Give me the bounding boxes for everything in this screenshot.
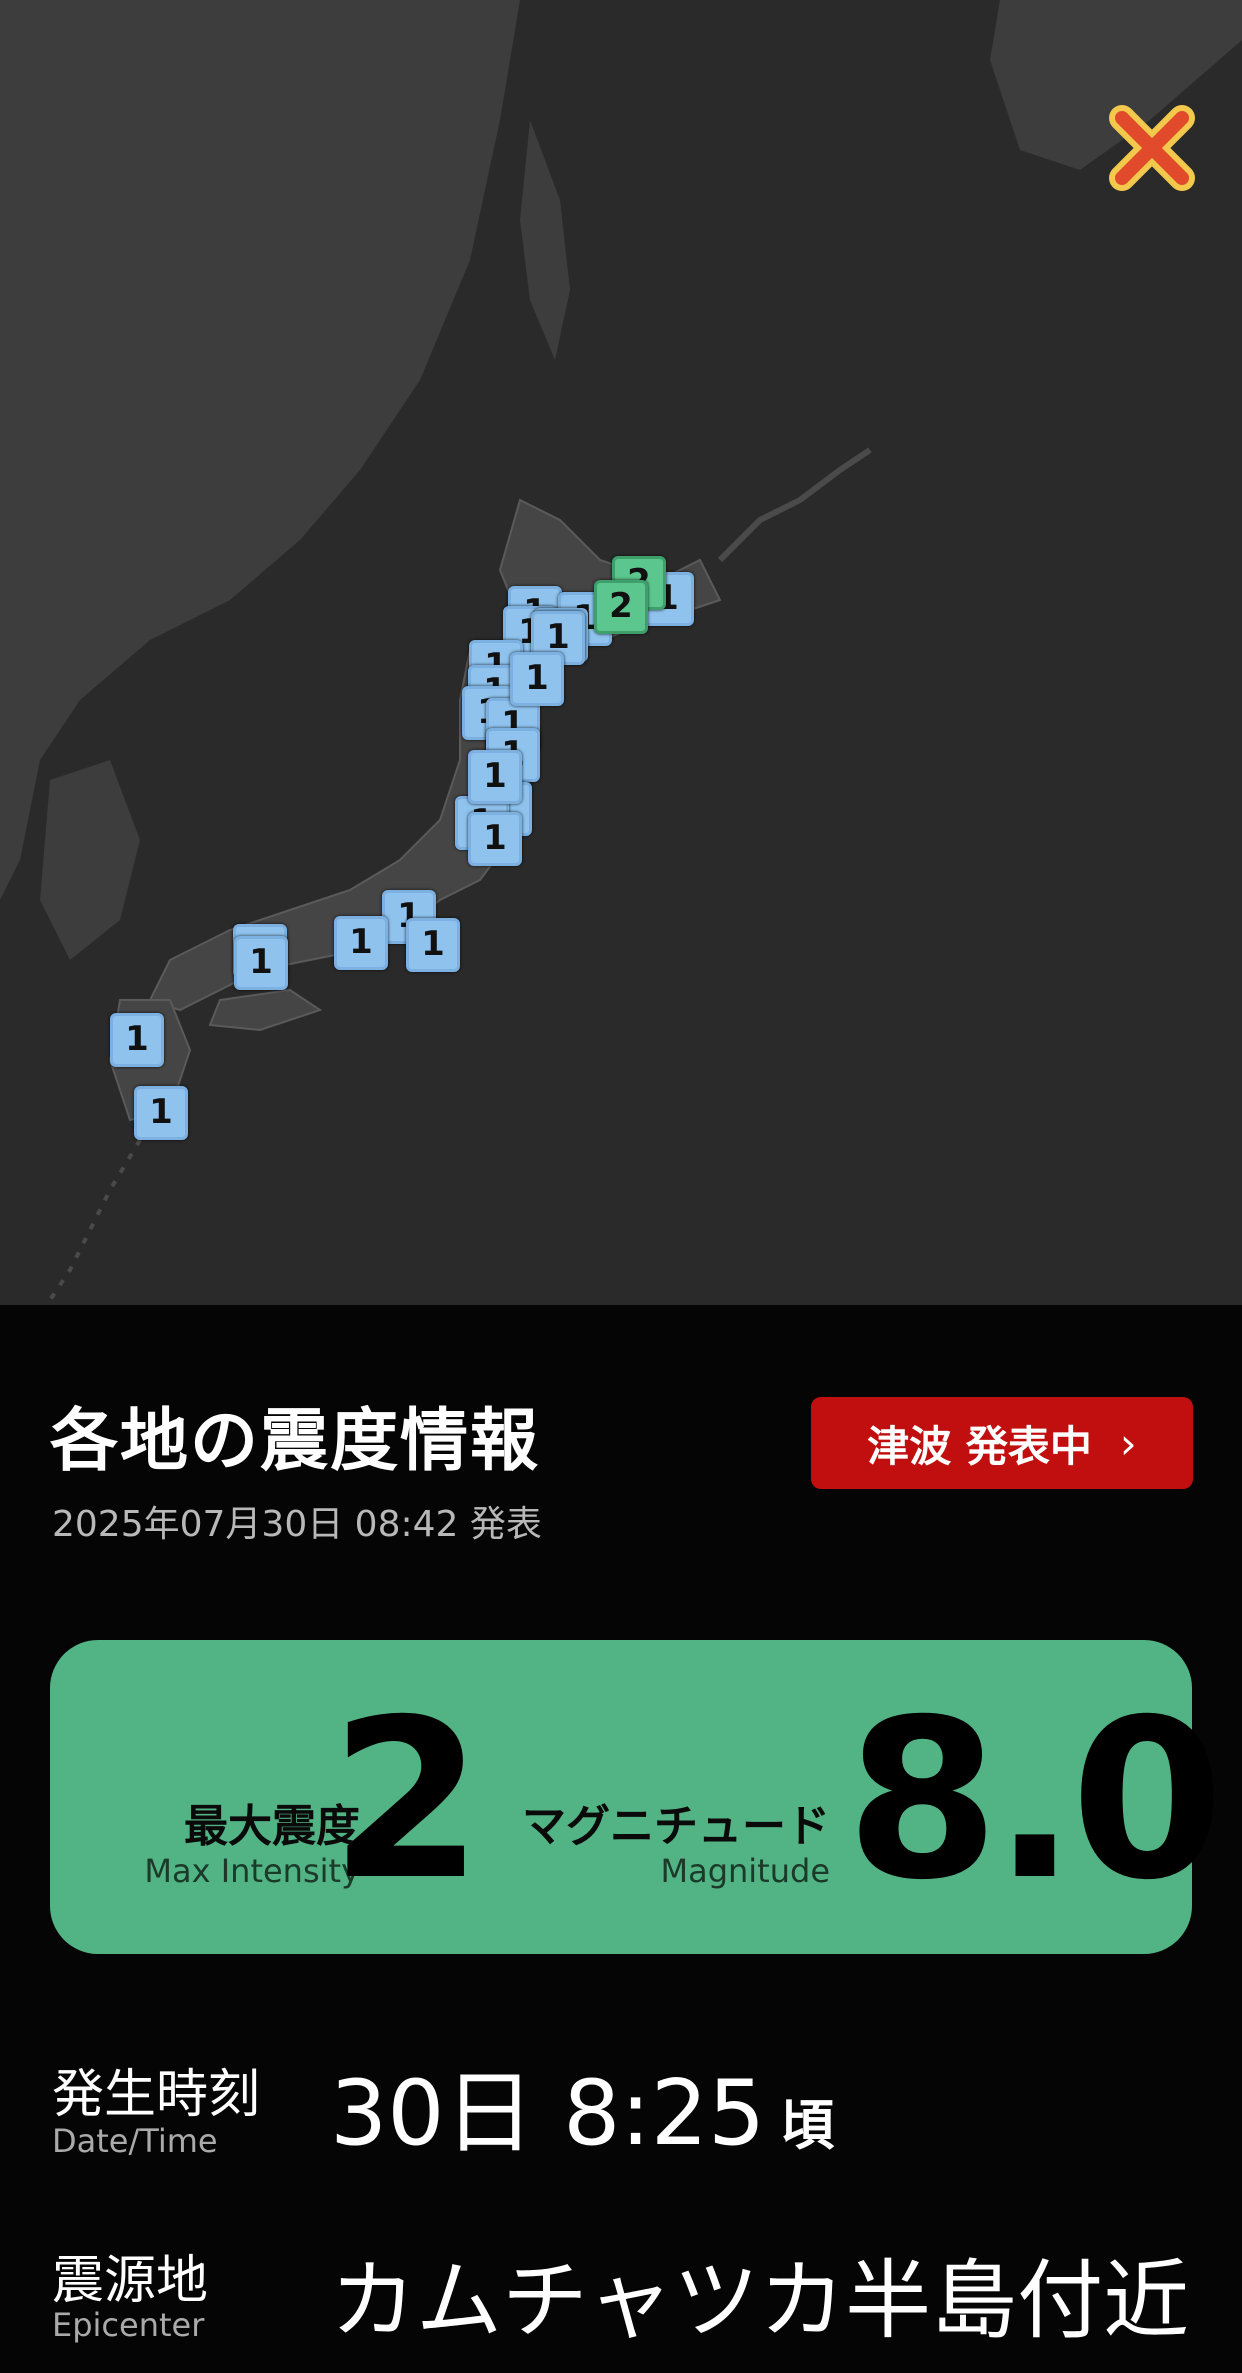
issued-time: 2025年07月30日 08:42 発表: [52, 1504, 542, 1545]
datetime-value: 30日 8:25 頃: [330, 2040, 834, 2170]
max-intensity-label: 最大震度: [184, 1801, 360, 1852]
close-icon: [1109, 105, 1195, 191]
datetime-sublabel: Date/Time: [52, 2122, 218, 2160]
tsunami-button-label: 津波 発表中: [867, 1421, 1092, 1471]
epicenter-sublabel: Epicenter: [52, 2306, 205, 2344]
datetime-label: 発生時刻: [52, 2065, 261, 2125]
max-intensity-sublabel: Max Intensity: [144, 1852, 360, 1890]
datetime-main: 30日 8:25: [330, 2061, 766, 2166]
epicenter-label: 震源地: [52, 2251, 209, 2311]
intensity-marker[interactable]: 1: [334, 916, 388, 970]
intensity-marker[interactable]: 2: [594, 580, 648, 634]
max-intensity-value: 2: [330, 1672, 484, 1928]
page-title: 各地の震度情報: [50, 1402, 541, 1481]
intensity-marker[interactable]: 1: [134, 1086, 188, 1140]
magnitude-sublabel: Magnitude: [660, 1852, 830, 1890]
intensity-marker[interactable]: 1: [406, 918, 460, 972]
intensity-marker[interactable]: 1: [234, 936, 288, 990]
intensity-map[interactable]: 1 1 1 1 1 1 1 1 1 1 1 1 1 1 1 1 1 1 1 1 …: [0, 0, 1242, 1305]
epicenter-value: カムチャツカ半島付近: [330, 2251, 1190, 2351]
intensity-marker[interactable]: 1: [510, 652, 564, 706]
summary-card: 最大震度 Max Intensity 2 マグニチュード Magnitude 8…: [50, 1640, 1224, 1954]
close-button[interactable]: [1104, 100, 1200, 196]
magnitude-value: 8.0: [846, 1672, 1224, 1928]
magnitude-label: マグニチュード: [522, 1801, 830, 1852]
intensity-marker[interactable]: 1: [468, 812, 522, 866]
intensity-marker[interactable]: 1: [110, 1013, 164, 1067]
chevron-right-icon: ›: [1119, 1418, 1137, 1468]
intensity-marker[interactable]: 1: [468, 750, 522, 804]
datetime-suffix: 頃: [780, 2094, 835, 2157]
tsunami-button[interactable]: 津波 発表中 ›: [811, 1397, 1193, 1489]
